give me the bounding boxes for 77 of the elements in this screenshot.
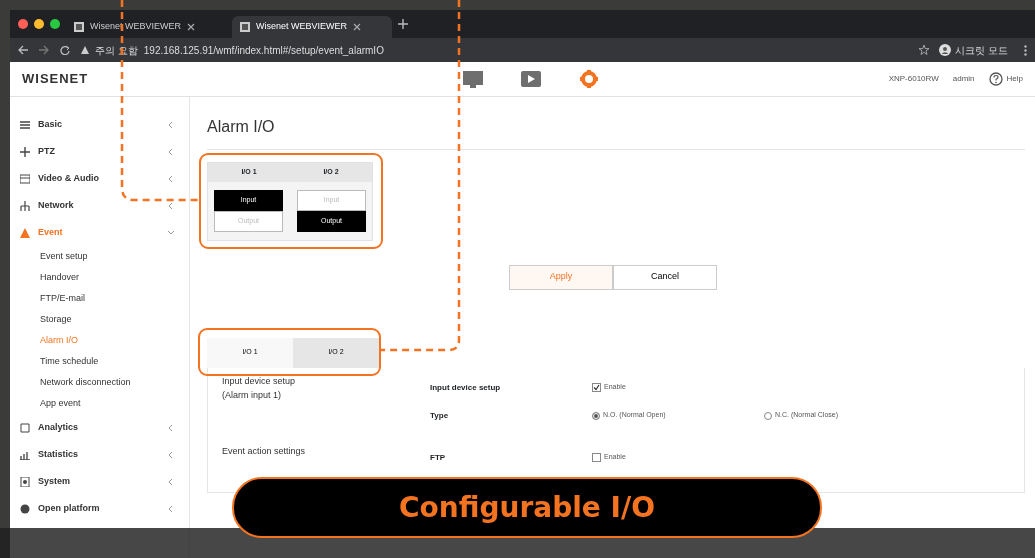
menu-item-icon: [20, 200, 30, 211]
caption-banner: Configurable I/O: [232, 477, 822, 538]
sidebar-item[interactable]: Basic: [20, 111, 189, 138]
address-text: 192.168.125.91/wmf/index.html#/setup/event_alarmIO: [143, 43, 384, 58]
help-icon: [988, 72, 1003, 86]
sidebar-label: PTZ: [38, 144, 55, 158]
warning-icon: [81, 46, 89, 54]
sidebar-label: Analytics: [38, 420, 79, 434]
menu-item-icon: [20, 227, 30, 238]
sidebar-subitem[interactable]: Time schedule: [20, 351, 189, 372]
checkbox[interactable]: [592, 453, 601, 462]
sidebar-subitem[interactable]: Storage: [20, 309, 189, 330]
sidebar-label: Video & Audio: [38, 171, 99, 185]
chevron-left-icon: [167, 147, 175, 156]
sidebar-subitem[interactable]: App event: [20, 393, 189, 414]
sidebar-subitem[interactable]: Handover: [20, 267, 189, 288]
field-label: Input device setup: [430, 381, 502, 394]
section-title: Input device setup: [222, 374, 297, 388]
sidebar-label: Network: [38, 198, 74, 212]
checkbox[interactable]: [592, 383, 601, 392]
chevron-left-icon: [167, 504, 175, 513]
menu-item-icon: [20, 146, 30, 157]
chevron-left-icon: [167, 477, 175, 486]
section-subtitle: (Alarm input 1): [222, 388, 283, 402]
sidebar-item[interactable]: PTZ: [20, 138, 189, 165]
field-label: FTP: [430, 451, 447, 464]
page-title: Alarm I/O: [207, 115, 1025, 150]
chevron-left-icon: [167, 423, 175, 432]
sidebar-label: Statistics: [38, 447, 79, 461]
chevron-left-icon: [167, 201, 175, 210]
reload-icon[interactable]: [60, 45, 71, 55]
menu-item-icon: [20, 476, 30, 487]
back-icon[interactable]: [18, 45, 29, 55]
sidebar-item[interactable]: Analytics: [20, 414, 189, 441]
monitor-icon[interactable]: [462, 70, 484, 88]
sidebar-label: System: [38, 474, 71, 488]
chevron-left-icon: [167, 174, 175, 183]
menu-item-icon: [20, 422, 30, 433]
help-link[interactable]: Help: [988, 72, 1023, 86]
menu-item-icon: [20, 449, 30, 460]
new-tab-icon[interactable]: [398, 19, 408, 29]
field-label: Type: [430, 409, 450, 422]
logo: WISENET: [22, 70, 90, 89]
favicon-icon: [74, 22, 84, 32]
close-icon[interactable]: [353, 23, 361, 31]
sidebar-item[interactable]: Video & Audio: [20, 165, 189, 192]
sidebar-subitem[interactable]: Event setup: [20, 246, 189, 267]
sidebar-item[interactable]: System: [20, 468, 189, 495]
sidebar-item[interactable]: Network: [20, 192, 189, 219]
sidebar-subitem[interactable]: FTP/E-mail: [20, 288, 189, 309]
person-icon: [939, 44, 952, 56]
menu-item-icon: [20, 119, 30, 130]
browser-tab[interactable]: Wisenet WEBVIEWER: [232, 16, 392, 38]
user-name: admin: [952, 73, 975, 85]
menu-item-icon: [20, 503, 30, 514]
star-icon[interactable]: [919, 45, 930, 55]
tab-title: Wisenet WEBVIEWER: [256, 20, 347, 34]
forward-icon[interactable]: [39, 45, 50, 55]
close-icon[interactable]: [187, 23, 195, 31]
sidebar-item[interactable]: Open platform: [20, 495, 189, 522]
sidebar-label: Open platform: [38, 501, 100, 515]
play-icon[interactable]: [520, 70, 542, 88]
cancel-button[interactable]: Cancel: [613, 264, 717, 290]
chevron-down-icon: [167, 228, 175, 237]
menu-icon[interactable]: [1024, 44, 1027, 56]
model-name: XNP-6010RW: [888, 73, 939, 85]
favicon-icon: [240, 22, 250, 32]
sidebar-label: Basic: [38, 117, 63, 131]
chevron-left-icon: [167, 120, 175, 129]
sidebar-item[interactable]: Statistics: [20, 441, 189, 468]
chevron-left-icon: [167, 450, 175, 459]
section-title: Event action settings: [222, 444, 307, 458]
sidebar-label: Event: [38, 225, 63, 239]
sidebar-subitem[interactable]: Network disconnection: [20, 372, 189, 393]
profile-button[interactable]: 시크릿 모드: [939, 42, 1008, 58]
settings-icon[interactable]: [578, 70, 600, 88]
menu-item-icon: [20, 173, 30, 184]
